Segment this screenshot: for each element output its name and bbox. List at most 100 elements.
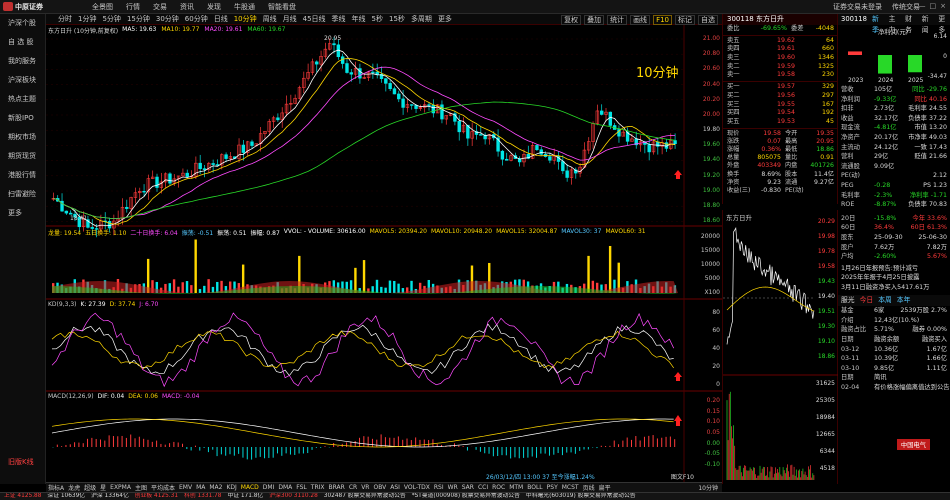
main-menu-item-4[interactable]: 发现 (207, 2, 221, 12)
main-menu-item-2[interactable]: 交易 (153, 2, 167, 12)
indicator-tab-13[interactable]: DMA (278, 484, 292, 491)
indicator-tab-30[interactable]: MCST (562, 484, 579, 491)
indicator-tab-8[interactable]: MA (196, 484, 205, 491)
status-item-9[interactable]: 中科曙光(603019) 股票交易异常波动公告 (526, 493, 636, 500)
indicator-tab-18[interactable]: VR (361, 484, 369, 491)
intraday-panel[interactable]: 东方日升 20.29 19.98 19.78 19.58 19.43 19.40 19.51… (722, 210, 839, 484)
period-tab-0[interactable]: 分时 (58, 14, 72, 24)
info-header-tab-5[interactable]: 更多 (938, 14, 950, 34)
indicator-tab-31[interactable]: 页线 (583, 483, 595, 492)
period-tab-3[interactable]: 15分钟 (127, 14, 150, 24)
main-menu-item-0[interactable]: 全景图 (92, 2, 113, 12)
main-menu-item-1[interactable]: 行情 (126, 2, 140, 12)
indicator-tab-1[interactable]: 龙虎 (68, 483, 80, 492)
indicator-tab-10[interactable]: KDJ (226, 484, 236, 491)
maximize-icon[interactable]: □ (930, 2, 937, 10)
status-item-3[interactable]: 创业板 4125.31 (135, 493, 178, 500)
indicator-tab-26[interactable]: ROC (492, 484, 505, 491)
status-item-0[interactable]: 上证 4125.88 (4, 493, 41, 500)
indicator-tab-9[interactable]: MA2 (209, 484, 222, 491)
main-menu-item-3[interactable]: 资讯 (180, 2, 194, 12)
status-item-2[interactable]: 沪深 13364亿 (91, 493, 129, 500)
sidebar-item-2[interactable]: 我的服务 (0, 52, 45, 71)
indicator-tab-32[interactable]: 扁平 (599, 483, 611, 492)
period-tab-12[interactable]: 5秒 (372, 14, 383, 24)
chart-tool-3[interactable]: 画线 (630, 15, 651, 25)
period-tab-6[interactable]: 日线 (214, 14, 228, 24)
info-header-tab-2[interactable]: 主力 (889, 14, 901, 34)
period-tab-7[interactable]: 周线 (263, 14, 277, 24)
period-tab-5[interactable]: 60分钟 (185, 14, 208, 24)
indicator-tab-21[interactable]: VOL-TDX (404, 484, 430, 491)
status-item-5[interactable]: 中证 171.8亿 (227, 493, 263, 500)
indicator-tab-17[interactable]: CR (349, 484, 357, 491)
chart-tool-6[interactable]: 自选 (698, 15, 718, 25)
notice-item[interactable]: 3月11日融资净买入5417.61万 (838, 283, 950, 293)
sidebar-item-8[interactable]: 港股行情 (0, 166, 45, 185)
indicator-tab-5[interactable]: 主图 (135, 483, 147, 492)
indicator-tab-6[interactable]: 平均成本 (151, 483, 175, 492)
period-tab-9[interactable]: 45日线 (303, 14, 326, 24)
info-header-tab-0[interactable]: 300118 (841, 14, 867, 25)
period-tab-14[interactable]: 多周期 (411, 14, 432, 24)
sidebar-item-6[interactable]: 期权市场 (0, 128, 45, 147)
indicator-tab-16[interactable]: BRAR (329, 484, 345, 491)
indicator-tab-29[interactable]: PSY (547, 484, 558, 491)
sidebar-item-0[interactable]: 沪深个股 (0, 14, 45, 33)
indicator-tab-12[interactable]: DMI (263, 484, 275, 491)
status-item-7[interactable]: 302487 股票交易异常波动公告 (324, 493, 406, 500)
indicator-tab-20[interactable]: ASI (390, 484, 400, 491)
indicator-tab-22[interactable]: RSI (434, 484, 444, 491)
indicator-tab-24[interactable]: SAR (462, 484, 474, 491)
indicator-tab-0[interactable]: 指标A (48, 483, 64, 492)
notice-item[interactable]: 1月26日年报预告:预计减亏 (838, 264, 950, 274)
sidebar-item-10[interactable]: 更多 (0, 204, 45, 223)
sidebar-item-7[interactable]: 期货现货 (0, 147, 45, 166)
period-tab-active[interactable]: 10分钟 (234, 14, 257, 24)
indicator-tab-15[interactable]: TRIX (311, 484, 325, 491)
sidebar-item-9[interactable]: 扫雷避险 (0, 185, 45, 204)
kline-chart-svg[interactable] (46, 25, 722, 483)
info-period-tab-0[interactable]: 服光 (841, 295, 855, 306)
period-tab-8[interactable]: 月线 (283, 14, 297, 24)
chart-tool-1[interactable]: 叠加 (584, 15, 605, 25)
indicator-tab-14[interactable]: FSL (296, 484, 307, 491)
info-header-tab-3[interactable]: 财务 (905, 14, 917, 34)
minimize-icon[interactable]: — (919, 2, 926, 10)
main-menu-item-6[interactable]: 智能看盘 (268, 2, 296, 12)
main-menu-item-5[interactable]: 牛股通 (234, 2, 255, 12)
indicator-tab-4[interactable]: EXPMA (110, 484, 131, 491)
sidebar-item-4[interactable]: 热点主题 (0, 90, 45, 109)
status-item-1[interactable]: 深证 10639亿 (47, 493, 85, 500)
sidebar-item-5[interactable]: 新股IPO (0, 109, 45, 128)
status-item-4[interactable]: 科创 1331.78 (184, 493, 221, 500)
indicator-tab-2[interactable]: 超级 (84, 483, 96, 492)
indicator-tab-28[interactable]: BOLL (527, 484, 542, 491)
sidebar-item-old-kline[interactable]: 旧版K线 (0, 453, 46, 472)
indicator-tab-19[interactable]: OBV (373, 484, 386, 491)
period-tab-2[interactable]: 5分钟 (102, 14, 120, 24)
sector-badge[interactable]: 中国电气 (896, 439, 930, 450)
period-tab-15[interactable]: 更多 (438, 14, 452, 24)
status-item-8[interactable]: *ST曼道(000908) 股票交易异常波动公告 (412, 493, 520, 500)
period-tab-10[interactable]: 季线 (332, 14, 346, 24)
period-tab-4[interactable]: 30分钟 (156, 14, 179, 24)
info-period-tab-2[interactable]: 本周 (878, 295, 892, 306)
chart-tool-4[interactable]: F10 (653, 15, 672, 25)
indicator-tab-23[interactable]: WR (448, 484, 458, 491)
sidebar-item-1[interactable]: 自 选 股 (0, 33, 45, 52)
sidebar-item-3[interactable]: 沪深板块 (0, 71, 45, 90)
status-item-6[interactable]: 沪深300 3110.28 (269, 493, 317, 500)
indicator-tab-3[interactable]: 星 (100, 483, 106, 492)
info-header-tab-1[interactable]: 新季 (872, 14, 884, 34)
chart-tool-5[interactable]: 标记 (675, 15, 695, 25)
chart-tool-2[interactable]: 统计 (607, 15, 628, 25)
indicator-tab-27[interactable]: MTM (509, 484, 523, 491)
top-right-item-0[interactable]: 证券交易未登录 (833, 2, 882, 12)
kline-chart-area[interactable]: 东方日升 (10分钟,前复权) MA5: 19.63 MA10: 19.77 MA2… (46, 25, 722, 483)
indicator-tab-11[interactable]: MACD (241, 484, 259, 491)
period-tab-11[interactable]: 年线 (352, 14, 366, 24)
chart-tool-0[interactable]: 复权 (561, 15, 582, 25)
period-tab-1[interactable]: 1分钟 (78, 14, 96, 24)
info-header-tab-4[interactable]: 新闻 (922, 14, 934, 34)
